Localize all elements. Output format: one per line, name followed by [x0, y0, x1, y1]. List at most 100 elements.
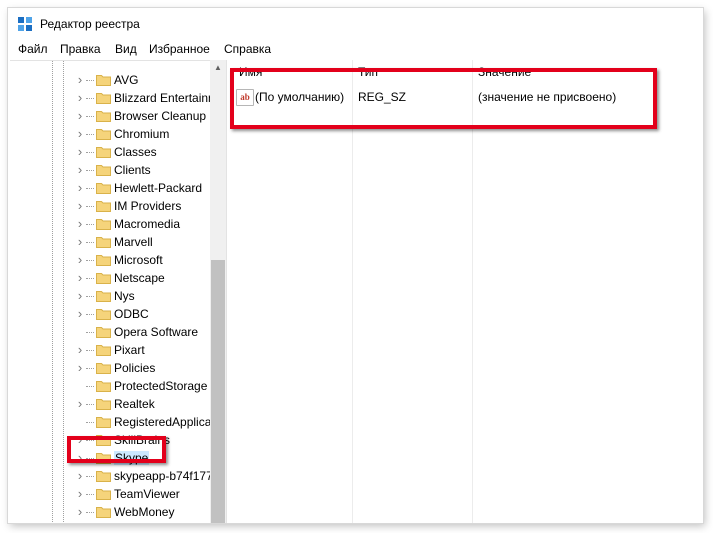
tree-item-avg[interactable]: › AVG	[10, 71, 210, 89]
tree-item-wine[interactable]: Wine	[10, 521, 210, 523]
expand-chevron-icon[interactable]: ›	[75, 109, 85, 122]
expand-chevron-icon[interactable]: ›	[75, 217, 85, 230]
menu-help[interactable]: Справка	[224, 42, 271, 56]
tree-item-label: Pixart	[114, 343, 145, 357]
tree-connector	[86, 494, 94, 495]
expand-chevron-icon[interactable]: ›	[75, 235, 85, 248]
expand-chevron-icon[interactable]: ›	[75, 505, 85, 518]
tree-item-protectedstorage[interactable]: ProtectedStorage	[10, 377, 210, 395]
tree-connector	[86, 134, 94, 135]
tree-item-classes[interactable]: › Classes	[10, 143, 210, 161]
tree-item-label: WebMoney	[114, 505, 175, 519]
expand-chevron-icon[interactable]: ›	[75, 127, 85, 140]
folder-icon	[96, 435, 111, 446]
tree-item-netscape[interactable]: › Netscape	[10, 269, 210, 287]
expand-chevron-icon[interactable]: ›	[75, 181, 85, 194]
expand-chevron-icon[interactable]: ›	[75, 271, 85, 284]
expand-chevron-icon[interactable]: ›	[75, 487, 85, 500]
tree-item-label: Realtek	[114, 397, 155, 411]
expand-chevron-icon[interactable]: ›	[75, 433, 85, 446]
tree-item-marvell[interactable]: › Marvell	[10, 233, 210, 251]
expand-chevron-icon[interactable]: ›	[75, 253, 85, 266]
tree-item-skypeapp-b74f177[interactable]: › skypeapp-b74f177	[10, 467, 210, 485]
tree-item-teamviewer[interactable]: › TeamViewer	[10, 485, 210, 503]
tree-item-policies[interactable]: › Policies	[10, 359, 210, 377]
value-row-default[interactable]: ab (По умолчанию) REG_SZ (значение не пр…	[231, 88, 703, 106]
registry-app-icon	[18, 17, 32, 31]
tree-item-macromedia[interactable]: › Macromedia	[10, 215, 210, 233]
tree-connector	[86, 314, 94, 315]
tree-item-microsoft[interactable]: › Microsoft	[10, 251, 210, 269]
expand-chevron-icon[interactable]: ›	[75, 343, 85, 356]
menu-favorites[interactable]: Избранное	[149, 42, 210, 56]
tree-item-webmoney[interactable]: › WebMoney	[10, 503, 210, 521]
tree-scrollbar[interactable]: ▲	[210, 60, 226, 523]
scroll-up-arrow-icon[interactable]: ▲	[210, 60, 226, 76]
menu-file[interactable]: Файл	[18, 42, 48, 56]
tree-item-label: Marvell	[114, 235, 153, 249]
tree-item-label: Macromedia	[114, 217, 181, 231]
column-header-type[interactable]: Тип	[358, 65, 378, 79]
tree-connector	[86, 206, 94, 207]
tree-item-clients[interactable]: › Clients	[10, 161, 210, 179]
tree-item-blizzard-entertainn[interactable]: › Blizzard Entertainn	[10, 89, 210, 107]
expand-chevron-icon[interactable]: ›	[75, 307, 85, 320]
scrollbar-thumb[interactable]	[211, 260, 225, 523]
tree-item-im-providers[interactable]: › IM Providers	[10, 197, 210, 215]
tree-item-browser-cleanup[interactable]: › Browser Cleanup	[10, 107, 210, 125]
tree-item-label: ProtectedStorage	[114, 379, 208, 393]
tree-item-label: SkillBrains	[114, 433, 171, 447]
expand-chevron-icon[interactable]: ›	[75, 91, 85, 104]
tree-item-realtek[interactable]: › Realtek	[10, 395, 210, 413]
menu-edit[interactable]: Правка	[60, 42, 101, 56]
registry-key-tree[interactable]: › AVG › Blizzard Entertainn › Browser Cleanup…	[10, 60, 211, 523]
column-separator[interactable]	[352, 60, 353, 523]
tree-connector	[86, 170, 94, 171]
column-separator[interactable]	[472, 60, 473, 523]
expand-chevron-icon[interactable]: ›	[75, 361, 85, 374]
tree-connector	[86, 404, 94, 405]
folder-icon	[96, 255, 111, 266]
tree-connector	[86, 476, 94, 477]
folder-icon	[96, 111, 111, 122]
tree-item-skillbrains[interactable]: › SkillBrains	[10, 431, 210, 449]
folder-icon	[96, 129, 111, 140]
folder-icon	[96, 345, 111, 356]
tree-connector	[86, 440, 94, 441]
expand-chevron-icon[interactable]: ›	[75, 289, 85, 302]
expand-chevron-icon[interactable]: ›	[75, 73, 85, 86]
tree-item-label: skypeapp-b74f177	[114, 469, 211, 483]
tree-item-pixart[interactable]: › Pixart	[10, 341, 210, 359]
tree-item-label: Nys	[114, 289, 135, 303]
expand-chevron-icon[interactable]: ›	[75, 469, 85, 482]
tree-connector	[86, 332, 94, 333]
expand-chevron-icon[interactable]: ›	[75, 145, 85, 158]
tree-item-label: RegisteredApplica	[114, 415, 211, 429]
tree-connector	[86, 80, 94, 81]
column-header-name[interactable]: Имя	[239, 65, 262, 79]
tree-item-skype[interactable]: › Skype	[10, 449, 210, 467]
tree-item-nys[interactable]: › Nys	[10, 287, 210, 305]
expand-chevron-icon[interactable]: ›	[75, 163, 85, 176]
expand-chevron-icon[interactable]: ›	[75, 397, 85, 410]
tree-item-hewlett-packard[interactable]: › Hewlett-Packard	[10, 179, 210, 197]
tree-connector	[86, 98, 94, 99]
folder-icon	[96, 363, 111, 374]
value-type: REG_SZ	[358, 90, 407, 104]
tree-item-odbc[interactable]: › ODBC	[10, 305, 210, 323]
tree-connector	[86, 116, 94, 117]
tree-item-registeredapplica[interactable]: RegisteredApplica	[10, 413, 210, 431]
menu-bar: Файл Правка Вид Избранное Справка	[8, 40, 703, 60]
tree-item-opera-software[interactable]: Opera Software	[10, 323, 210, 341]
expand-chevron-icon[interactable]: ›	[75, 451, 85, 464]
tree-item-label: Opera Software	[114, 325, 199, 339]
values-pane: Имя Тип Значение ab (По умолчанию) REG_S…	[231, 60, 703, 523]
menu-view[interactable]: Вид	[115, 42, 137, 56]
column-header-value[interactable]: Значение	[478, 65, 531, 79]
folder-icon	[96, 219, 111, 230]
expand-chevron-icon[interactable]: ›	[75, 199, 85, 212]
tree-item-label: Netscape	[114, 271, 165, 285]
tree-connector	[86, 296, 94, 297]
tree-item-chromium[interactable]: › Chromium	[10, 125, 210, 143]
value-data: (значение не присвоено)	[478, 90, 617, 104]
